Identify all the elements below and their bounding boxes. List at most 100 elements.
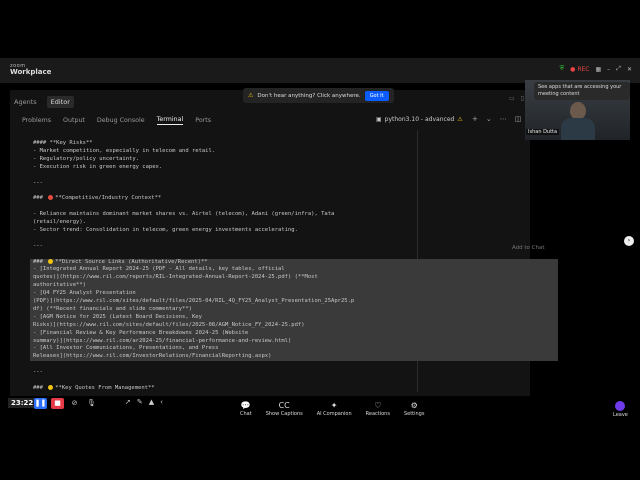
chat-icon: 💬 [240, 401, 251, 410]
split-icon[interactable]: ◫ [515, 115, 522, 123]
ai-companion-icon: ✦ [330, 401, 338, 410]
tab-output[interactable]: Output [63, 117, 85, 124]
terminal-line: ### **Direct Source Links (Authoritative… [30, 258, 558, 267]
emoji-circle-icon [48, 258, 54, 264]
terminal-line: - Reliance maintains dominant market sha… [33, 211, 335, 218]
meeting-toolbar: 💬 Chat CC Show Captions ✦ AI Companion ♡… [240, 401, 424, 417]
got-it-button[interactable]: Got It [364, 90, 389, 101]
participant-body [561, 118, 595, 140]
reactions-icon: ♡ [374, 401, 382, 410]
terminal-line: --- [33, 369, 43, 376]
captions-icon: CC [278, 401, 290, 410]
encryption-shield-icon[interactable]: ⛨ [560, 65, 565, 73]
terminal-line: (PDF)](https://www.ril.com/sites/default… [30, 298, 558, 306]
settings-button[interactable]: ⚙ Settings [404, 401, 425, 417]
pause-recording-button[interactable]: ❚❚ [34, 398, 47, 409]
panel-icon[interactable]: ▯ [521, 95, 524, 102]
annotation-tools: ➚ ✎ ▲ ‹ [125, 398, 163, 406]
recording-indicator[interactable]: ● REC [570, 66, 589, 73]
layout-icon[interactable]: ▭ [509, 95, 515, 102]
tab-problems[interactable]: Problems [22, 117, 51, 124]
terminal-line: - Regulatory/policy uncertainty. [33, 155, 139, 162]
terminal-line: --- [33, 179, 43, 186]
terminal-output[interactable]: #### **Key Risks** - Market competition, … [30, 140, 558, 393]
terminal-line: df) (**Recent financials and slide comme… [30, 305, 558, 314]
show-captions-button[interactable]: CC Show Captions [266, 401, 303, 417]
terminal-line: ### **Key Quotes From Management** [33, 384, 155, 391]
pointer-icon[interactable]: ➚ [125, 398, 131, 406]
leave-label: Leave [613, 412, 628, 418]
tab-debug-console[interactable]: Debug Console [97, 117, 145, 124]
settings-label: Settings [403, 411, 425, 417]
terminal-line: - [Integrated Annual Report 2024-25 (PDF… [30, 266, 558, 275]
ai-companion-label: AI Companion [316, 411, 352, 417]
kernel-label: python3.10 - advanced [384, 116, 455, 123]
tab-terminal[interactable]: Terminal [156, 116, 184, 125]
terminal-line: - Sector trend: Consolidation in telecom… [33, 226, 298, 233]
add-terminal-icon[interactable]: + [472, 115, 478, 123]
terminal-line: - [Q4 FY25 Analyst Presentation [30, 290, 558, 299]
terminal-line: authoritative**) [30, 282, 558, 291]
terminal-line: - [AGM Notice for 2025 (Latest Board Dec… [30, 313, 558, 322]
terminal-line: - [All Investor Communications, Presenta… [30, 345, 558, 354]
collapse-icon[interactable]: ‹ [160, 398, 163, 406]
minimize-icon[interactable]: – [607, 66, 610, 73]
terminal-line: - [Financial Review & Key Performance Br… [30, 329, 558, 338]
apps-access-tooltip[interactable]: See apps that are accessing your meeting… [534, 82, 630, 100]
terminal-line: Releases](https://www.ril.com/InvestorRe… [30, 353, 558, 362]
terminal-line: --- [33, 242, 43, 249]
settings-icon: ⚙ [410, 401, 418, 410]
tab-agents[interactable]: Agents [10, 96, 41, 108]
tab-editor[interactable]: Editor [46, 96, 74, 108]
terminal-kernel-selector[interactable]: ▣ python3.10 - advanced ⚠ [376, 116, 463, 123]
top-window-controls: ⛨ ● REC ▦ – ⤢ ✕ [560, 65, 632, 73]
highlighter-icon[interactable]: ▲ [149, 398, 154, 406]
chat-label: Chat [240, 411, 252, 417]
reactions-label: Reactions [365, 411, 390, 417]
audio-notice[interactable]: ⚠ Don't hear anything? Click anywhere. G… [243, 88, 394, 103]
tab-ports[interactable]: Ports [195, 117, 211, 124]
workplace-title: Workplace [10, 68, 52, 76]
rec-label: REC [577, 65, 590, 73]
close-icon[interactable]: ✕ [627, 66, 632, 73]
kernel-warning-icon: ⚠ [457, 116, 463, 123]
editor-layout-tools: ▭ ▯ [509, 95, 524, 102]
terminal-line: - Market competition, especially in tele… [33, 147, 216, 154]
recording-controls: ❚❚ ■ ⊘ 🎙 [34, 398, 98, 409]
fullscreen-icon[interactable]: ⤢ [616, 65, 621, 73]
terminal-line: quotes)](https://www.ril.com/reports/RIL… [30, 274, 558, 283]
side-panel-badge[interactable]: › [624, 236, 634, 246]
add-to-chat-button[interactable]: Add to Chat [512, 245, 545, 251]
chevron-down-icon[interactable]: ⌄ [486, 115, 492, 123]
chat-button[interactable]: 💬 Chat [240, 401, 252, 417]
terminal-line: (retail/energy). [33, 219, 86, 226]
emoji-circle-icon [48, 195, 54, 201]
pen-icon[interactable]: ✎ [137, 398, 143, 406]
terminal-line: summary)](https://www.ril.com/ar2024-25/… [30, 337, 558, 346]
terminal-line: Risks)](https://www.ril.com/sites/defaul… [30, 321, 558, 330]
leave-button[interactable]: Leave [613, 401, 628, 418]
mute-icon[interactable]: ⊘ [68, 398, 81, 409]
reactions-button[interactable]: ♡ Reactions [366, 401, 390, 417]
show-captions-label: Show Captions [265, 411, 303, 417]
audio-notice-text: Don't hear anything? Click anywhere. [257, 92, 361, 99]
warning-icon: ⚠ [248, 92, 254, 99]
stop-recording-button[interactable]: ■ [51, 398, 64, 409]
emoji-circle-icon [48, 384, 54, 390]
panel-tab-bar: Problems Output Debug Console Terminal P… [22, 116, 211, 125]
apps-icon[interactable]: ▦ [595, 66, 601, 73]
leave-icon [615, 401, 626, 411]
agent-editor-toggle: Agents Editor [10, 96, 74, 108]
recording-timer: 23:22 [8, 398, 37, 408]
ai-companion-button[interactable]: ✦ AI Companion [317, 401, 352, 417]
mic-icon[interactable]: 🎙 [85, 398, 98, 409]
participant-name: Ishan Dutta [526, 129, 560, 135]
more-icon[interactable]: ⋯ [500, 115, 507, 123]
terminal-line: - Execution risk in green energy capex. [33, 163, 163, 170]
